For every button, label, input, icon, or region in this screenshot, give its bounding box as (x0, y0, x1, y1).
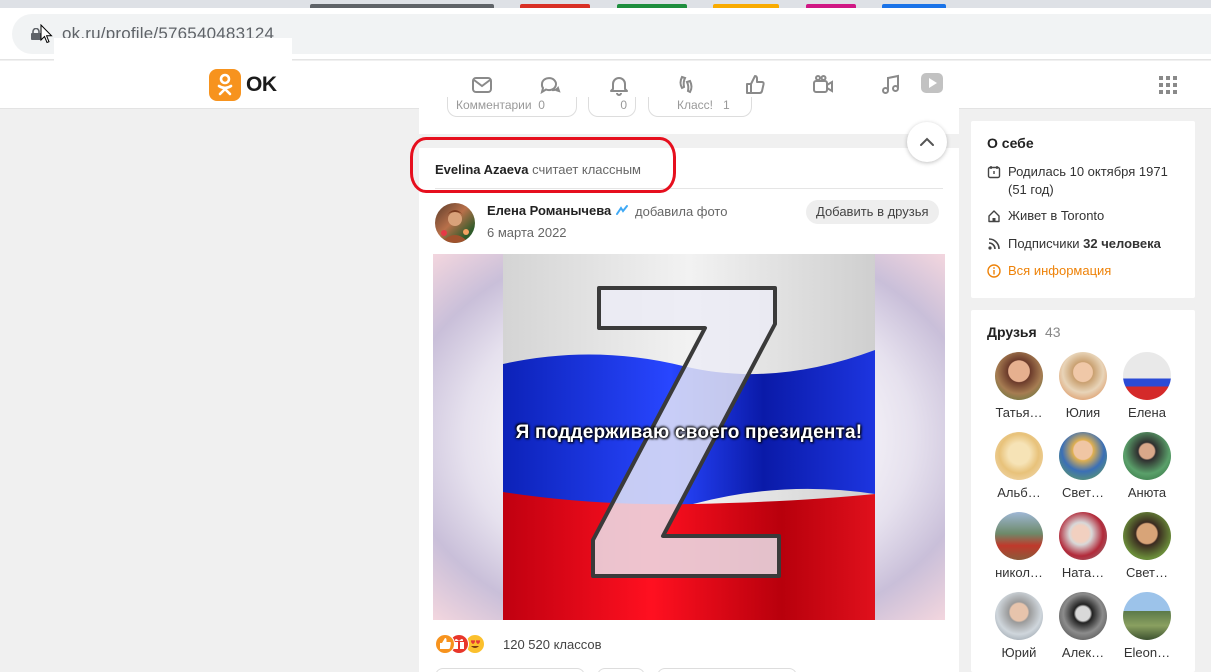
friend-name: Юлия (1065, 405, 1101, 420)
friend-name: Анюта (1127, 485, 1167, 500)
friend-item[interactable]: Татья… (987, 352, 1051, 420)
like-label: Класс! (677, 98, 714, 112)
author-avatar[interactable] (435, 203, 475, 243)
comments-button[interactable]: Комментарии 0 (447, 97, 577, 117)
friends-title[interactable]: Друзья (987, 324, 1037, 340)
share-button[interactable]: 0 (588, 97, 636, 117)
browser-address-bar: ok.ru/profile/576540483124 (0, 8, 1211, 78)
ok-logo-icon[interactable] (209, 69, 241, 101)
music-icon[interactable] (879, 73, 903, 97)
mouse-cursor-icon (40, 24, 53, 44)
friend-avatar (1123, 592, 1171, 640)
friend-avatar (995, 352, 1043, 400)
likes-icon[interactable] (743, 73, 767, 97)
photo-caption: Я поддерживаю своего президента! (515, 422, 863, 443)
friend-avatar (995, 432, 1043, 480)
discussions-icon[interactable] (538, 73, 562, 97)
friend-name: Ната… (1061, 565, 1105, 580)
friend-avatar (1059, 592, 1107, 640)
friend-name: Елена (1128, 405, 1166, 420)
calendar-icon (987, 166, 1001, 179)
home-icon (988, 210, 1000, 223)
friend-name: Татья… (995, 405, 1043, 420)
share-button[interactable] (597, 668, 645, 672)
birthday-text: Родилась 10 октября 1971 (1008, 164, 1168, 179)
about-card: О себе Родилась 10 октября 1971 (51 год)… (971, 121, 1195, 298)
age-text: (51 год) (1008, 182, 1054, 197)
friend-avatar (1123, 352, 1171, 400)
friend-item[interactable]: Альб… (987, 432, 1051, 500)
friend-item[interactable]: Eleon… (1115, 592, 1179, 660)
friends-count: 43 (1045, 324, 1061, 340)
apps-grid-icon[interactable] (1156, 73, 1180, 97)
friend-item[interactable]: Ната… (1051, 512, 1115, 580)
friends-card: Друзья 43 Татья… Юлия Елена Альб… Свет… … (971, 310, 1195, 672)
friend-avatar (1123, 432, 1171, 480)
subscribers-row[interactable]: Подписчики 32 человека (987, 235, 1161, 253)
like-button[interactable]: Класс! 1 (648, 97, 752, 117)
comments-label: Комментарии (456, 98, 532, 112)
friend-avatar (995, 512, 1043, 560)
friend-name: Юрий (1001, 645, 1037, 660)
red-highlight-annotation (410, 137, 676, 193)
location-row: Живет в Toronto (987, 207, 1104, 225)
guests-icon[interactable] (675, 73, 699, 97)
video-icon[interactable] (811, 73, 835, 97)
rss-icon (988, 238, 1000, 250)
friend-name: Свет… (1062, 485, 1104, 500)
friend-avatar (1059, 432, 1107, 480)
subscribers-label: Подписчики (1008, 236, 1080, 251)
comments-count: 0 (538, 98, 545, 112)
friend-name: Алек… (1061, 645, 1105, 660)
friend-avatar (1059, 512, 1107, 560)
video-play-icon[interactable] (920, 71, 944, 95)
all-info-link[interactable]: Вся информация (987, 262, 1111, 280)
previous-post-actions: Комментарии 0 0 Класс! 1 (419, 96, 959, 134)
friend-name: Свет… (1126, 565, 1168, 580)
notifications-icon[interactable] (607, 73, 631, 97)
friend-item[interactable]: Алек… (1051, 592, 1115, 660)
like-count: 1 (723, 98, 730, 112)
add-friend-button[interactable]: Добавить в друзья (806, 200, 939, 224)
friend-item[interactable]: Анюта (1115, 432, 1179, 500)
chevron-up-icon (920, 137, 934, 146)
thumbs-up-reaction-icon (435, 634, 455, 654)
ok-wordmark[interactable]: OK (246, 73, 277, 97)
friend-item[interactable]: никол… (987, 512, 1051, 580)
post-date[interactable]: 6 марта 2022 (487, 225, 567, 240)
sparkle-badge-icon (616, 205, 628, 215)
friend-item[interactable]: Елена (1115, 352, 1179, 420)
friend-item[interactable]: Юлия (1051, 352, 1115, 420)
share-count: 0 (620, 98, 627, 112)
friend-name: Альб… (997, 485, 1041, 500)
friend-avatar (1059, 352, 1107, 400)
friend-name: Eleon… (1123, 645, 1171, 660)
scroll-up-button[interactable] (907, 122, 947, 162)
friend-item[interactable]: Юрий (987, 592, 1051, 660)
author-name[interactable]: Елена Романычева (487, 203, 611, 218)
comments-button[interactable] (435, 668, 585, 672)
about-title: О себе (987, 135, 1034, 151)
browser-tab-strip (0, 0, 1211, 8)
post-photo[interactable]: Я поддерживаю своего президента! (433, 254, 945, 620)
all-info-text: Вся информация (1008, 263, 1112, 278)
author-action-text: добавила фото (635, 204, 728, 219)
subscribers-value: 32 человека (1083, 236, 1161, 251)
feed-post: Evelina Azaeva считает классным Елена Ро… (419, 148, 959, 672)
birthday-row: Родилась 10 октября 1971 (51 год) (987, 163, 1168, 199)
friend-item[interactable]: Свет… (1051, 432, 1115, 500)
friend-name: никол… (995, 565, 1043, 580)
friend-avatar (995, 592, 1043, 640)
like-button[interactable] (657, 668, 797, 672)
friend-avatar (1123, 512, 1171, 560)
location-text: Живет в Toronto (1008, 208, 1105, 223)
friend-item[interactable]: Свет… (1115, 512, 1179, 580)
info-icon (987, 264, 1001, 278)
messages-icon[interactable] (470, 73, 494, 97)
reactions-count[interactable]: 120 520 классов (503, 637, 602, 652)
